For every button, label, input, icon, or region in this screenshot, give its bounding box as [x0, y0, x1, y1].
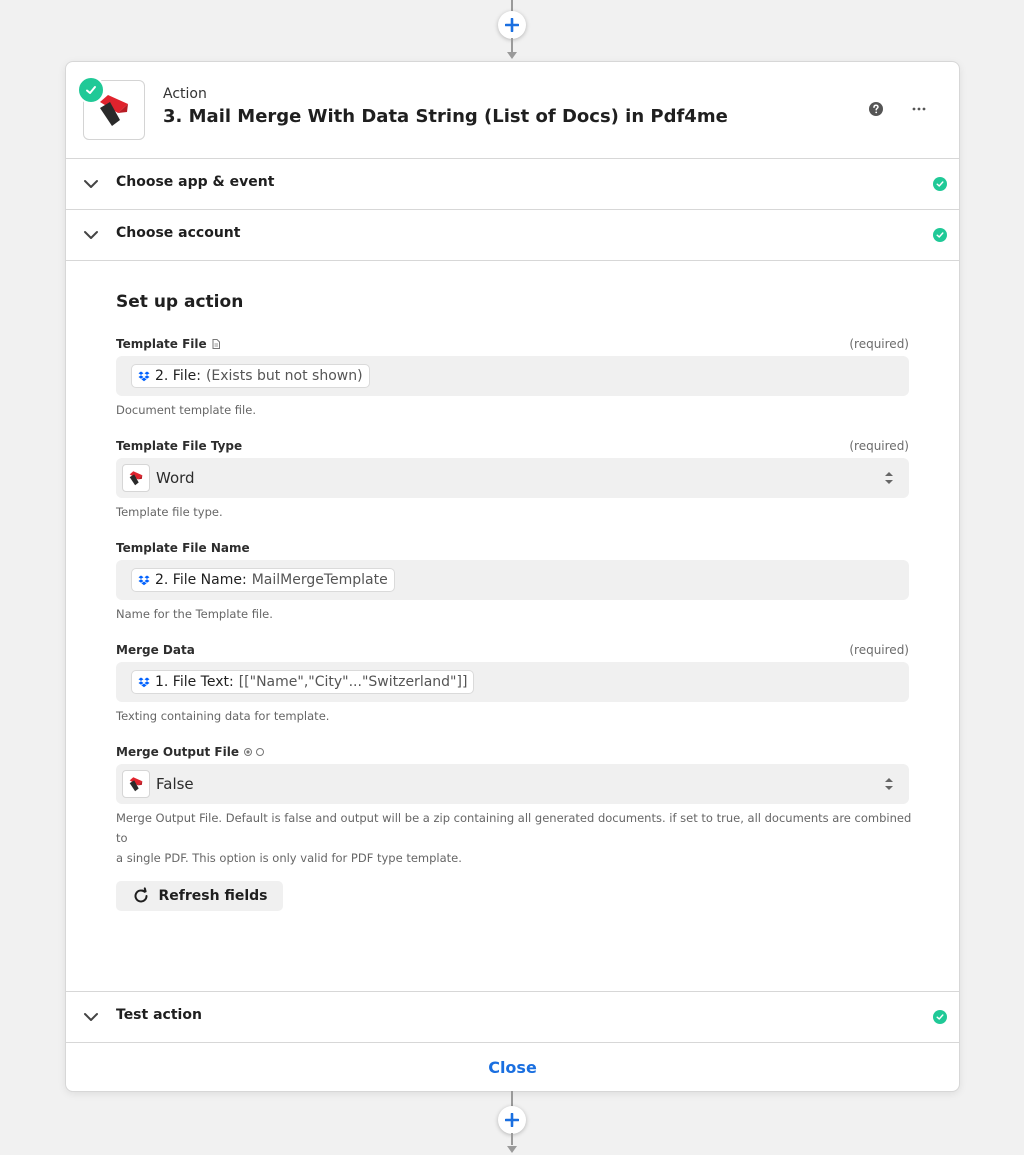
- pdf4me-logo-icon: [129, 471, 143, 486]
- template-file-name-input[interactable]: 2. File Name: MailMergeTemplate: [116, 560, 909, 600]
- zap-editor-canvas: Action 3. Mail Merge With Data String (L…: [0, 0, 1024, 1155]
- action-step-card: Action 3. Mail Merge With Data String (L…: [65, 61, 960, 1092]
- section-choose-account[interactable]: Choose account: [66, 210, 959, 261]
- chevron-down-icon: [84, 180, 98, 188]
- template-file-name-label: Template File Name: [116, 541, 250, 555]
- connector-line: [511, 38, 513, 52]
- mapped-value-pill[interactable]: 2. File: (Exists but not shown): [131, 364, 370, 388]
- section-label: Test action: [116, 1007, 202, 1023]
- required-indicator: (required): [849, 337, 909, 351]
- check-icon: [86, 86, 96, 94]
- section-complete-icon: [933, 228, 947, 242]
- check-icon: [936, 181, 944, 187]
- step-header: Action 3. Mail Merge With Data String (L…: [66, 62, 959, 159]
- check-icon: [936, 232, 944, 238]
- add-step-button-bottom[interactable]: [498, 1106, 526, 1134]
- merge-data-help: Texting containing data for template.: [116, 709, 330, 723]
- merge-output-file-help: Merge Output File. Default is false and …: [116, 811, 912, 865]
- check-icon: [936, 1014, 944, 1020]
- refresh-icon: [134, 887, 148, 903]
- dropbox-icon: [138, 371, 150, 381]
- select-arrows-icon: [885, 778, 893, 790]
- connector-arrow: [507, 1146, 517, 1153]
- section-label: Choose account: [116, 225, 241, 241]
- template-file-type-select[interactable]: Word: [116, 458, 909, 498]
- section-choose-app-event[interactable]: Choose app & event: [66, 159, 959, 210]
- merge-output-file-label: Merge Output File: [116, 745, 264, 759]
- close-button[interactable]: Close: [66, 1043, 959, 1091]
- template-file-label: Template File: [116, 337, 220, 351]
- pdf4me-option-logo: [122, 464, 150, 492]
- connector-line: [511, 1091, 513, 1107]
- step-title: 3. Mail Merge With Data String (List of …: [163, 106, 728, 127]
- required-indicator: (required): [849, 643, 909, 657]
- select-value: False: [156, 775, 194, 793]
- template-file-name-help: Name for the Template file.: [116, 607, 273, 621]
- section-test-action[interactable]: Test action: [66, 991, 959, 1043]
- help-icon[interactable]: [868, 101, 884, 117]
- pdf4me-option-logo: [122, 770, 150, 798]
- template-file-input[interactable]: 2. File: (Exists but not shown): [116, 356, 909, 396]
- step-type-label: Action: [163, 86, 207, 102]
- select-arrows-icon: [885, 472, 893, 484]
- dropbox-icon: [138, 575, 150, 585]
- template-file-type-label: Template File Type: [116, 439, 243, 453]
- mapped-value-pill[interactable]: 1. File Text: [["Name","City"..."Switzer…: [131, 670, 475, 694]
- connector-line: [511, 1133, 513, 1145]
- select-value: Word: [156, 469, 195, 487]
- refresh-fields-button[interactable]: Refresh fields: [116, 881, 283, 911]
- merge-output-file-select[interactable]: False: [116, 764, 909, 804]
- merge-data-label: Merge Data: [116, 643, 195, 657]
- merge-data-input[interactable]: 1. File Text: [["Name","City"..."Switzer…: [116, 662, 909, 702]
- step-complete-badge: [77, 76, 105, 104]
- section-complete-icon: [933, 177, 947, 191]
- mapped-value-pill[interactable]: 2. File Name: MailMergeTemplate: [131, 568, 395, 592]
- required-indicator: (required): [849, 439, 909, 453]
- file-icon: [212, 339, 220, 349]
- setup-action-title: Set up action: [116, 292, 244, 312]
- add-step-button-top[interactable]: [498, 11, 526, 39]
- more-options-icon[interactable]: [911, 101, 927, 117]
- plus-icon: [505, 18, 519, 32]
- template-file-help: Document template file.: [116, 403, 256, 417]
- section-complete-icon: [933, 1010, 947, 1024]
- chevron-down-icon: [84, 231, 98, 239]
- radio-options-icon: [244, 748, 264, 756]
- section-label: Choose app & event: [116, 174, 275, 190]
- dropbox-icon: [138, 677, 150, 687]
- pdf4me-logo-icon: [129, 777, 143, 792]
- plus-icon: [505, 1113, 519, 1127]
- chevron-down-icon: [84, 1013, 98, 1021]
- connector-arrow: [507, 52, 517, 59]
- template-file-type-help: Template file type.: [116, 505, 223, 519]
